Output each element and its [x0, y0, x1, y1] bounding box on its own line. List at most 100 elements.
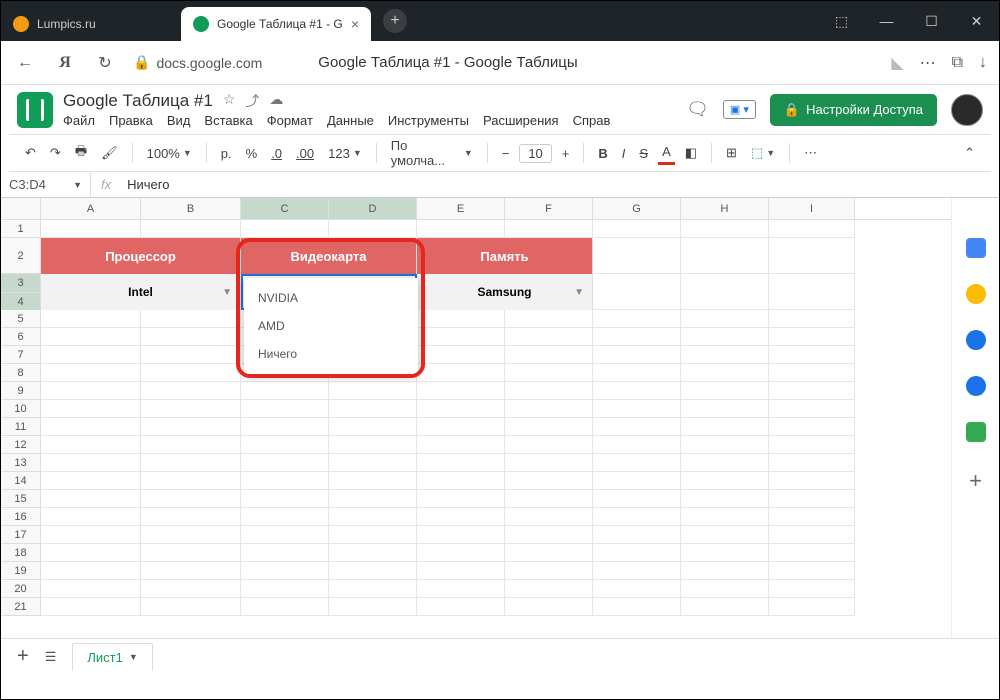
currency-button[interactable]: р.	[217, 142, 236, 165]
yandex-button[interactable]: Я	[53, 51, 77, 75]
font-size-inc[interactable]: +	[558, 142, 574, 165]
dropdown-item[interactable]: Ничего	[244, 340, 418, 368]
col-header[interactable]: G	[593, 198, 681, 219]
menu-bar: Файл Правка Вид Вставка Формат Данные Ин…	[63, 113, 610, 128]
borders-button[interactable]: ⊞	[722, 141, 741, 165]
paint-format-button[interactable]: 🖌	[97, 141, 122, 165]
bold-button[interactable]: B	[594, 142, 611, 165]
cloud-icon[interactable]: ☁	[269, 91, 283, 111]
zoom-select[interactable]: 100% ▼	[143, 142, 196, 165]
more-icon[interactable]: ⋯	[920, 53, 936, 73]
present-icon[interactable]: ▣ ▾	[723, 100, 756, 119]
add-sheet-button[interactable]: +	[17, 645, 29, 668]
collapse-icon[interactable]: ⌃	[960, 141, 979, 165]
menu-view[interactable]: Вид	[167, 113, 191, 128]
col-header[interactable]: A	[41, 198, 141, 219]
tab-label: Lumpics.ru	[37, 17, 96, 31]
calendar-icon[interactable]	[966, 238, 986, 258]
formula-bar: C3:D4▼ fx Ничего	[1, 172, 999, 198]
downloads-icon[interactable]: ↓	[979, 54, 987, 72]
add-panel-button[interactable]: +	[969, 468, 982, 494]
col-header[interactable]: D	[329, 198, 417, 219]
toolbar: ↶ ↷ 🖶 🖌 100% ▼ р. % .0 .00 123 ▼ По умол…	[9, 134, 991, 172]
star-icon[interactable]: ☆	[223, 91, 236, 111]
dropdown-item[interactable]: AMD	[244, 312, 418, 340]
formula-input[interactable]: Ничего	[121, 177, 175, 192]
minimize-button[interactable]: —	[864, 1, 909, 41]
italic-button[interactable]: I	[618, 142, 630, 165]
col-header[interactable]: B	[141, 198, 241, 219]
close-button[interactable]: ✕	[954, 1, 999, 41]
font-size-dec[interactable]: −	[498, 142, 514, 165]
maps-icon[interactable]	[966, 422, 986, 442]
url-display[interactable]: 🔒 docs.google.com	[133, 54, 262, 71]
new-tab-button[interactable]: +	[383, 9, 407, 33]
spreadsheet-grid[interactable]: ABCDEFGHI12ПроцессорВидеокартаПамять34In…	[1, 198, 951, 638]
all-sheets-button[interactable]: ☰	[45, 649, 57, 665]
dv-mem[interactable]: Samsung▼	[417, 274, 593, 310]
undo-button[interactable]: ↶	[21, 141, 40, 165]
browser-tab-active[interactable]: Google Таблица #1 - G ×	[181, 7, 371, 41]
dec-increase-button[interactable]: .00	[292, 142, 318, 165]
strike-button[interactable]: S	[635, 142, 652, 165]
page-title: Google Таблица #1 - Google Таблицы	[318, 54, 577, 71]
maximize-button[interactable]: ☐	[909, 1, 954, 41]
header-mem: Память	[417, 238, 593, 274]
doc-status-icons: ☆ ⤴ ☁	[223, 91, 284, 111]
tab-label: Google Таблица #1 - G	[217, 17, 343, 31]
move-icon[interactable]: ⤴	[245, 91, 259, 111]
browser-titlebar: Lumpics.ru Google Таблица #1 - G × + ⬚ —…	[1, 1, 999, 41]
address-bar: ← Я ↻ 🔒 docs.google.com Google Таблица #…	[1, 41, 999, 85]
menu-help[interactable]: Справ	[573, 113, 611, 128]
font-size[interactable]: 10	[519, 144, 551, 163]
avatar[interactable]	[951, 94, 983, 126]
doc-title[interactable]: Google Таблица #1	[63, 91, 213, 111]
col-header[interactable]: C	[241, 198, 329, 219]
menu-format[interactable]: Формат	[267, 113, 313, 128]
dropdown-item[interactable]: NVIDIA	[244, 284, 418, 312]
percent-button[interactable]: %	[242, 142, 262, 165]
more-button[interactable]: ⋯	[800, 141, 821, 165]
side-panel: +	[951, 198, 999, 638]
name-box[interactable]: C3:D4▼	[1, 172, 91, 197]
font-select[interactable]: По умолча... ▼	[387, 134, 477, 172]
dv-proc[interactable]: Intel▼	[41, 274, 241, 310]
dec-decrease-button[interactable]: .0	[267, 142, 286, 165]
app-header: Google Таблица #1 ☆ ⤴ ☁ Файл Правка Вид …	[1, 85, 999, 134]
print-button[interactable]: 🖶	[71, 138, 91, 168]
fill-color-button[interactable]: ◧	[681, 141, 701, 165]
reload-button[interactable]: ↻	[93, 51, 117, 75]
tab-favicon	[13, 16, 29, 32]
text-color-button[interactable]: A	[658, 142, 675, 165]
comments-icon[interactable]: 🗨	[686, 99, 709, 120]
menu-edit[interactable]: Правка	[109, 113, 153, 128]
menu-extensions[interactable]: Расширения	[483, 113, 559, 128]
col-header[interactable]: E	[417, 198, 505, 219]
col-header[interactable]: I	[769, 198, 855, 219]
sheet-tab[interactable]: Лист1 ▼	[72, 643, 152, 671]
redo-button[interactable]: ↷	[46, 141, 65, 165]
menu-insert[interactable]: Вставка	[204, 113, 252, 128]
browser-tab-inactive[interactable]: Lumpics.ru	[1, 7, 181, 41]
numfmt-button[interactable]: 123 ▼	[324, 142, 366, 165]
menu-data[interactable]: Данные	[327, 113, 374, 128]
share-button[interactable]: 🔒 Настройки Доступа	[770, 94, 937, 126]
menu-file[interactable]: Файл	[63, 113, 95, 128]
menu-tools[interactable]: Инструменты	[388, 113, 469, 128]
sheets-logo-icon[interactable]	[17, 92, 53, 128]
sheet-bar: + ☰ Лист1 ▼	[1, 638, 999, 674]
keep-icon[interactable]	[966, 284, 986, 304]
close-icon[interactable]: ×	[351, 16, 359, 32]
col-header[interactable]: F	[505, 198, 593, 219]
merge-button[interactable]: ⬚ ▼	[747, 141, 779, 165]
bookmark-icon[interactable]: ◣	[891, 53, 903, 73]
tasks-icon[interactable]	[966, 330, 986, 350]
url-text: docs.google.com	[156, 55, 262, 71]
extensions-icon[interactable]: ⧉	[952, 54, 963, 72]
back-button[interactable]: ←	[13, 51, 37, 75]
dropdown-list: NVIDIAAMDНичего	[244, 278, 418, 374]
col-header[interactable]: H	[681, 198, 769, 219]
contacts-icon[interactable]	[966, 376, 986, 396]
bookmark-icon[interactable]: ⬚	[819, 1, 864, 41]
header-proc: Процессор	[41, 238, 241, 274]
